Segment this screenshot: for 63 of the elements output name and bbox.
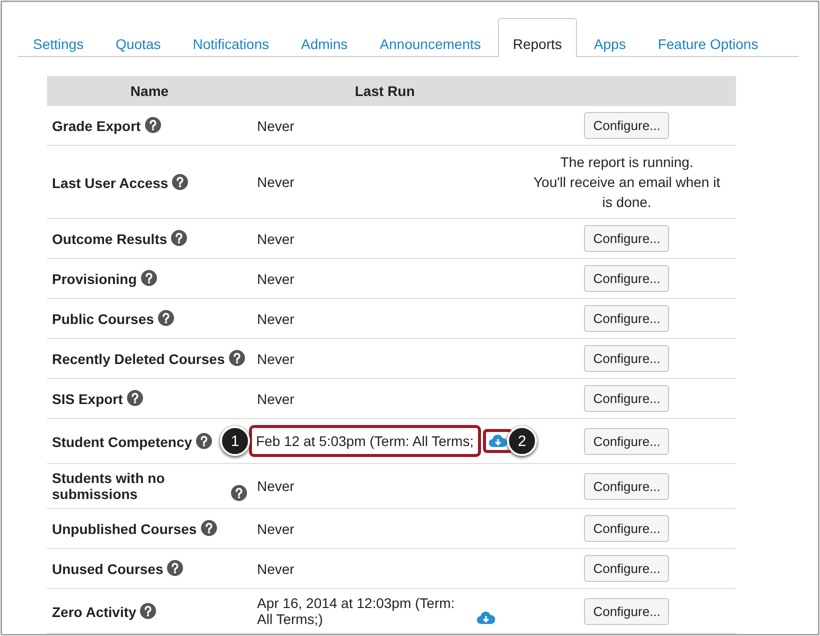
last-run-date: Never — [257, 310, 294, 326]
configure-button[interactable]: Configure... — [584, 112, 670, 139]
configure-button[interactable]: Configure... — [584, 555, 670, 582]
help-icon[interactable] — [167, 560, 184, 576]
column-header: Name — [130, 83, 169, 99]
help-icon[interactable] — [144, 117, 161, 133]
help-icon[interactable] — [231, 485, 247, 501]
callout-marker: 1 — [220, 426, 250, 456]
configure-button[interactable]: Configure... — [584, 472, 670, 500]
download-icon[interactable] — [488, 434, 507, 448]
tab[interactable]: Notifications — [178, 18, 284, 57]
help-icon[interactable] — [171, 230, 188, 246]
tab[interactable]: Reports — [498, 18, 577, 57]
last-run-date: Never — [257, 230, 294, 246]
help-icon[interactable] — [228, 350, 245, 366]
help-icon[interactable] — [158, 310, 174, 326]
help-icon[interactable] — [140, 602, 156, 618]
last-run-date: Never — [257, 118, 294, 134]
configure-button[interactable]: Configure... — [584, 305, 670, 332]
report-name: Zero Activity — [52, 604, 136, 620]
tab[interactable]: Quotas — [100, 18, 176, 57]
status-message: You'll receive an email when it is done. — [532, 173, 722, 212]
tab[interactable]: Apps — [578, 18, 641, 57]
last-run-date: Apr 16, 2014 at 12:03pm (Term: All Terms;) — [257, 595, 456, 627]
configure-button[interactable]: Configure... — [584, 385, 670, 412]
status-message: The report is running. — [559, 153, 694, 172]
last-run-date: Never — [257, 560, 294, 576]
callout-marker: 2 — [507, 426, 537, 456]
report-name: Unpublished Courses — [52, 521, 197, 537]
column-header: Last Run — [354, 83, 415, 99]
tab[interactable]: Feature Options — [642, 18, 774, 57]
help-icon[interactable] — [126, 390, 143, 406]
last-run-date: Feb 12 at 5:03pm (Term: All Terms; — [249, 425, 481, 457]
report-name: Grade Export — [52, 118, 141, 134]
help-icon[interactable] — [140, 270, 157, 286]
configure-button[interactable]: Configure... — [584, 265, 670, 292]
report-name: Student Competency — [52, 434, 192, 450]
configure-button[interactable]: Configure... — [584, 598, 670, 624]
help-icon[interactable] — [172, 174, 188, 190]
help-icon[interactable] — [200, 520, 217, 536]
report-name: Outcome Results — [52, 231, 168, 247]
configure-button[interactable]: Configure... — [584, 515, 670, 542]
last-run-date: Never — [257, 390, 294, 406]
report-name: Unused Courses — [52, 561, 164, 577]
last-run-date: Never — [257, 270, 294, 286]
tab[interactable]: Announcements — [364, 18, 496, 57]
report-name: Provisioning — [52, 271, 137, 287]
configure-button[interactable]: Configure... — [584, 225, 670, 252]
report-name: Recently Deleted Courses — [52, 351, 225, 367]
last-run-date: Never — [257, 350, 294, 366]
help-icon[interactable] — [196, 432, 212, 448]
download-icon[interactable] — [477, 611, 495, 625]
tab[interactable]: Admins — [286, 18, 363, 57]
tab[interactable]: Settings — [18, 18, 99, 57]
configure-button[interactable]: Configure... — [584, 345, 670, 372]
report-name: Public Courses — [52, 311, 154, 327]
last-run-date: Never — [257, 174, 294, 190]
report-name: Last User Access — [52, 174, 168, 190]
report-name: SIS Export — [52, 391, 123, 407]
last-run-date: Never — [257, 520, 294, 536]
last-run-date: Never — [257, 478, 294, 494]
report-name: Students with no submissions — [52, 470, 166, 502]
configure-button[interactable]: Configure... — [584, 428, 670, 454]
